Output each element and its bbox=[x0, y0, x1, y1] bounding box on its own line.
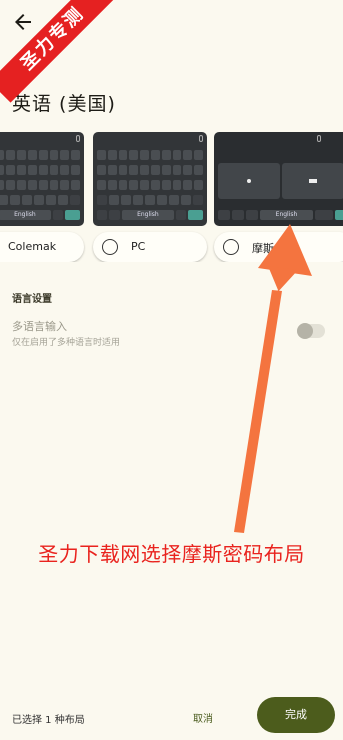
annotation-arrow-icon bbox=[234, 224, 312, 533]
annotation-text: 圣力下载网选择摩斯密码布局 bbox=[38, 542, 305, 566]
cancel-button[interactable]: 取消 bbox=[193, 710, 213, 725]
selected-count: 已选择 1 种布局 bbox=[12, 715, 85, 726]
done-button[interactable]: 完成 bbox=[257, 697, 335, 733]
bottom-bar: 已选择 1 种布局 取消 完成 bbox=[0, 690, 343, 740]
